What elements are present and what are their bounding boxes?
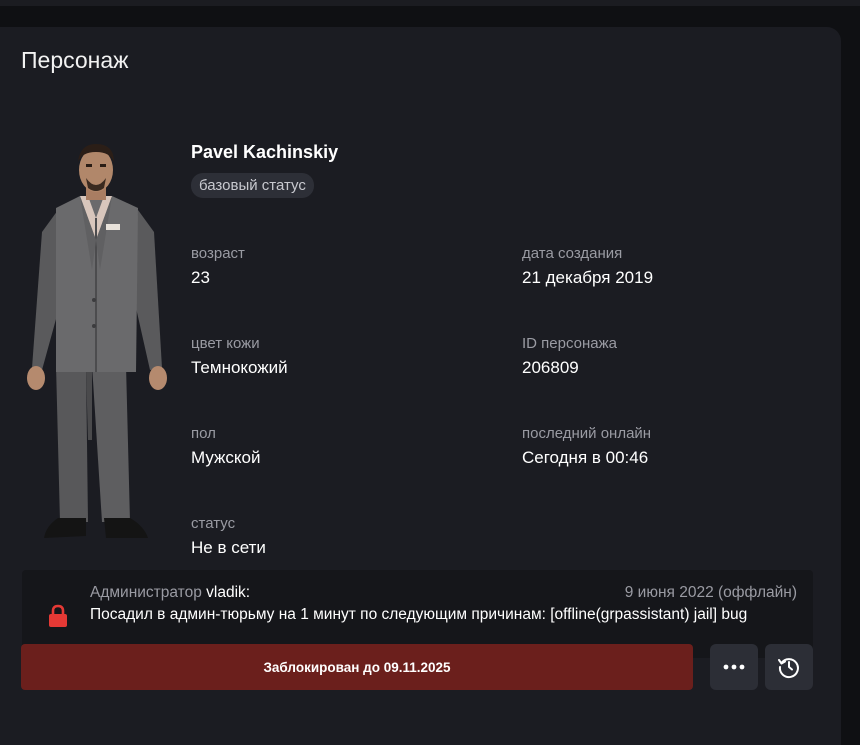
field-id-label: ID персонажа — [522, 335, 617, 352]
field-skin: цвет кожи Темнокожий — [191, 334, 491, 379]
field-skin-label: цвет кожи — [191, 335, 260, 352]
character-card: Персонаж Pavel Kachinskiy базовый статус… — [0, 27, 841, 745]
more-dots-icon — [723, 664, 745, 670]
notice-admin-name: vladik: — [206, 584, 251, 601]
field-age: возраст 23 — [191, 244, 491, 289]
field-last-online-value: Сегодня в 00:46 — [522, 448, 649, 467]
character-info: Pavel Kachinskiy базовый статус возраст … — [191, 140, 811, 560]
field-status-label: статус — [191, 515, 236, 532]
field-gender-value: Мужской — [191, 448, 261, 467]
field-created-value: 21 декабря 2019 — [522, 268, 654, 287]
field-age-label: возраст — [191, 245, 245, 262]
top-bar — [0, 0, 860, 6]
card-title: Персонаж — [21, 47, 129, 73]
field-gender: пол Мужской — [191, 424, 491, 469]
notice-date: 9 июня 2022 (оффлайн) — [624, 584, 797, 601]
field-status-value: Не в сети — [191, 538, 266, 557]
field-gender-label: пол — [191, 425, 216, 442]
field-skin-value: Темнокожий — [191, 358, 288, 377]
more-button[interactable] — [710, 644, 758, 690]
character-avatar — [27, 144, 167, 538]
lock-icon — [49, 604, 67, 627]
field-id-value: 206809 — [522, 358, 579, 377]
history-clock-icon — [778, 658, 799, 679]
field-created: дата создания 21 декабря 2019 — [522, 244, 822, 289]
field-status: статус Не в сети — [191, 514, 491, 559]
field-id: ID персонажа 206809 — [522, 334, 822, 379]
field-last-online-label: последний онлайн — [522, 425, 652, 442]
notice-admin: Администратор vladik: — [90, 584, 250, 602]
notice-text: Посадил в админ-тюрьму на 1 минут по сле… — [90, 606, 748, 623]
field-age-value: 23 — [191, 268, 210, 287]
field-last-online: последний онлайн Сегодня в 00:46 — [522, 424, 822, 469]
blocked-until-button[interactable]: Заблокирован до 09.11.2025 — [21, 644, 693, 690]
history-button[interactable] — [765, 644, 813, 690]
character-name: Pavel Kachinskiy — [191, 142, 339, 162]
status-badge: базовый статус — [191, 173, 314, 198]
notice-admin-prefix: Администратор — [90, 584, 202, 601]
field-created-label: дата создания — [522, 245, 623, 262]
